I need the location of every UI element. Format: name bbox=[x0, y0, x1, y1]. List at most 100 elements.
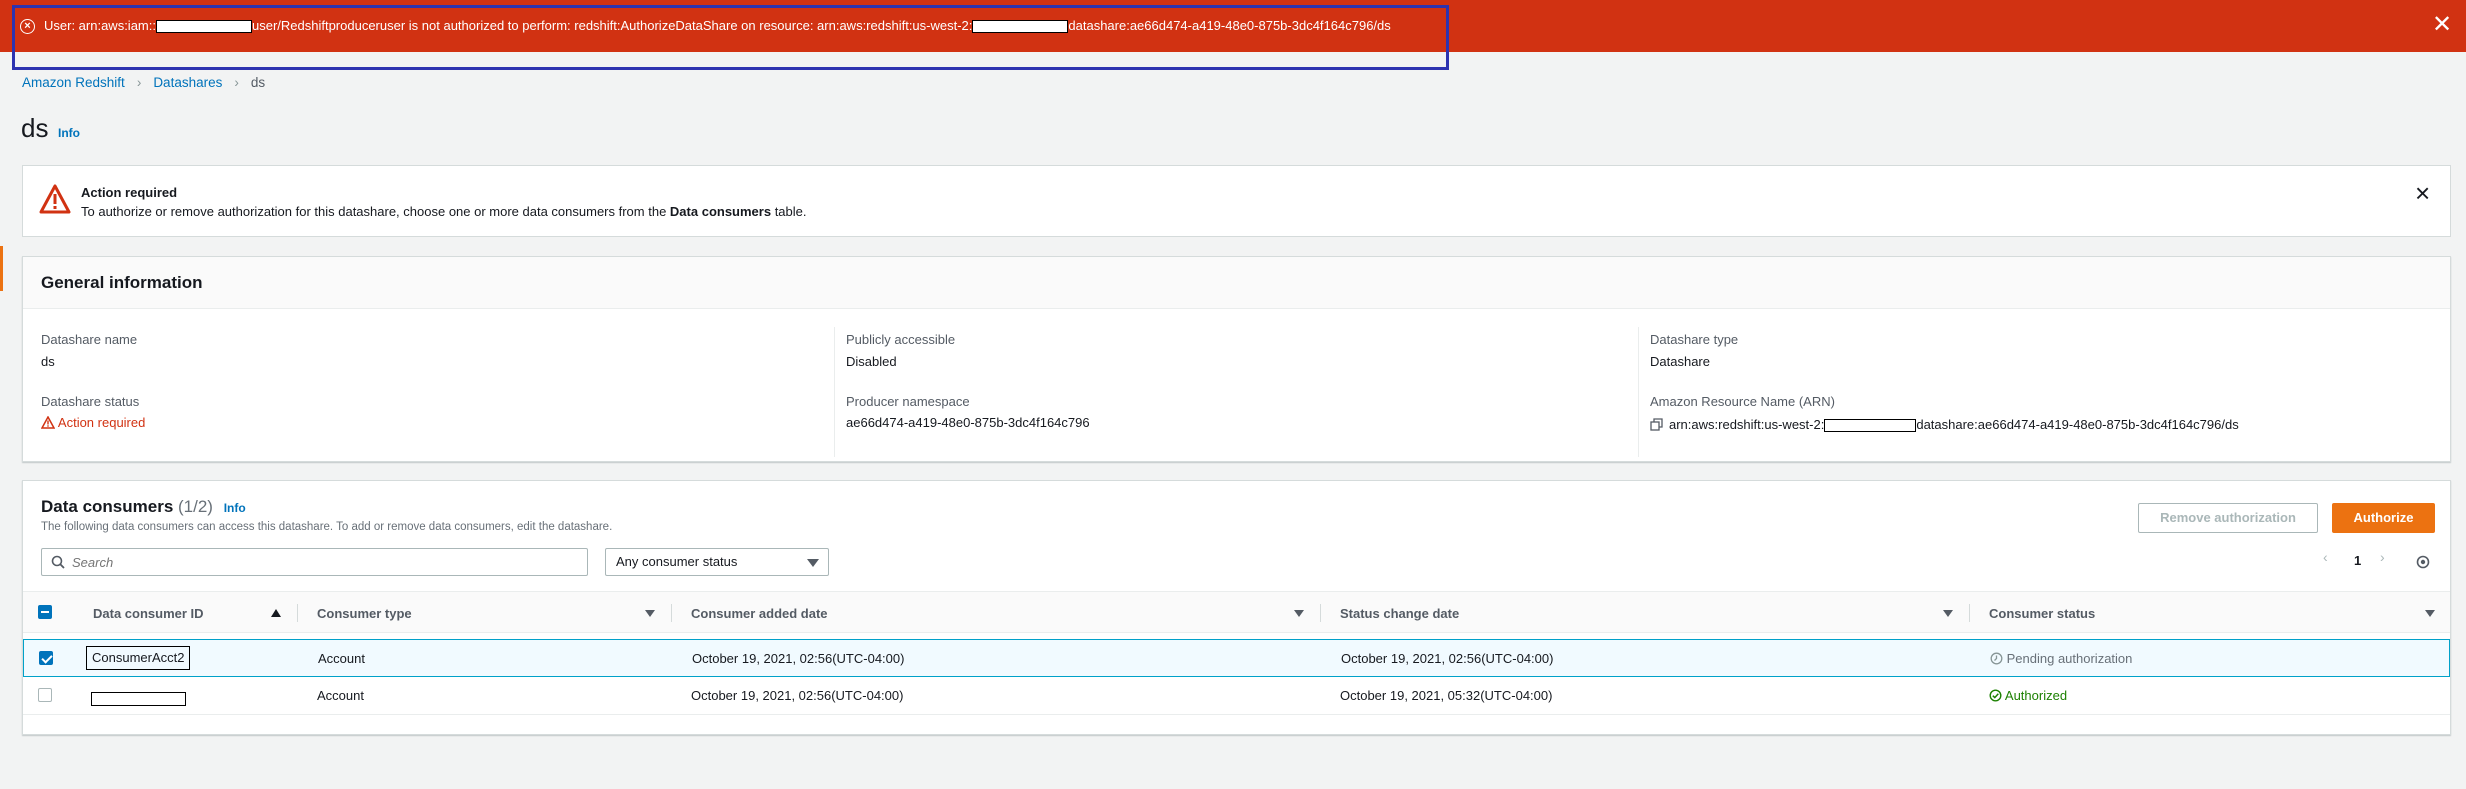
breadcrumb-amazon-redshift[interactable]: Amazon Redshift bbox=[22, 75, 125, 90]
column-divider bbox=[1638, 327, 1639, 457]
select-value: Any consumer status bbox=[616, 554, 738, 569]
status-text: Pending authorization bbox=[2006, 651, 2133, 666]
sort-icon[interactable] bbox=[1294, 610, 1304, 617]
select-all-checkbox[interactable] bbox=[38, 605, 52, 619]
row-checkbox[interactable] bbox=[38, 688, 52, 702]
column-divider[interactable] bbox=[1320, 604, 1321, 622]
column-header[interactable]: Data consumer ID bbox=[93, 606, 204, 621]
close-icon[interactable]: × bbox=[2415, 178, 2430, 209]
remove-authorization-button[interactable]: Remove authorization bbox=[2138, 503, 2318, 533]
status-text: Action required bbox=[57, 415, 146, 430]
alert-body: To authorize or remove authorization for… bbox=[81, 204, 807, 219]
warning-triangle-icon bbox=[39, 184, 71, 214]
consumer-status-select[interactable]: Any consumer status bbox=[605, 548, 829, 576]
page-title: ds bbox=[21, 113, 49, 143]
caret-down-icon bbox=[807, 559, 819, 567]
next-page-icon[interactable]: › bbox=[2380, 549, 2385, 565]
close-icon[interactable]: ✕ bbox=[2432, 13, 2452, 37]
sort-ascending-icon[interactable] bbox=[271, 609, 281, 617]
producer-namespace-value: ae66d474-a419-48e0-875b-3dc4f164c796 bbox=[846, 415, 1090, 430]
status-text: Authorized bbox=[2004, 688, 2068, 703]
arn-suffix: datashare:ae66d474-a419-48e0-875b-3dc4f1… bbox=[1916, 417, 2239, 432]
status-change-date: October 19, 2021, 02:56(UTC-04:00) bbox=[1341, 651, 1554, 666]
publicly-accessible-value: Disabled bbox=[846, 354, 897, 369]
arn-label: Amazon Resource Name (ARN) bbox=[1650, 394, 1835, 409]
sort-icon[interactable] bbox=[645, 610, 655, 617]
error-text-suffix: datashare:ae66d474-a419-48e0-875b-3dc4f1… bbox=[1068, 18, 1391, 33]
left-rail-indicator bbox=[0, 246, 3, 291]
error-text-middle: user/Redshiftproduceruser is not authori… bbox=[251, 18, 973, 33]
redacted-account-id bbox=[1824, 419, 1917, 433]
status-change-date: October 19, 2021, 05:32(UTC-04:00) bbox=[1340, 688, 1553, 703]
alert-body-suffix: table. bbox=[771, 204, 807, 219]
section-title: General information bbox=[41, 273, 203, 292]
info-link[interactable]: Info bbox=[224, 501, 246, 515]
data-consumers-panel: Data consumers (1/2) Info The following … bbox=[22, 480, 2451, 735]
datashare-type-value: Datashare bbox=[1650, 354, 1710, 369]
column-divider[interactable] bbox=[297, 604, 298, 622]
column-header[interactable]: Status change date bbox=[1340, 606, 1459, 621]
consumer-id: ConsumerAcct2 bbox=[86, 646, 191, 670]
column-header[interactable]: Consumer added date bbox=[691, 606, 828, 621]
alert-body-text: To authorize or remove authorization for… bbox=[81, 204, 670, 219]
datashare-status-value: Action required bbox=[40, 415, 146, 430]
info-link[interactable]: Info bbox=[58, 126, 80, 140]
row-checkbox[interactable] bbox=[39, 651, 53, 665]
column-header[interactable]: Consumer status bbox=[1989, 606, 2095, 621]
consumer-type: Account bbox=[317, 688, 364, 703]
consumer-status: Pending authorization bbox=[1990, 651, 2132, 666]
datashare-type-label: Datashare type bbox=[1650, 332, 1739, 347]
column-divider bbox=[834, 327, 835, 457]
search-input[interactable] bbox=[72, 552, 572, 572]
sort-icon[interactable] bbox=[2425, 610, 2435, 617]
consumer-added-date: October 19, 2021, 02:56(UTC-04:00) bbox=[691, 688, 904, 703]
copy-icon[interactable] bbox=[1650, 418, 1663, 431]
sort-icon[interactable] bbox=[1943, 610, 1953, 617]
breadcrumb-datashares[interactable]: Datashares bbox=[153, 75, 222, 90]
table-row[interactable]: Account October 19, 2021, 02:56(UTC-04:0… bbox=[23, 677, 2450, 715]
publicly-accessible-label: Publicly accessible bbox=[846, 332, 956, 347]
general-information-panel: General information Datashare name ds Da… bbox=[22, 256, 2451, 462]
pending-clock-icon bbox=[1990, 652, 2003, 665]
warning-triangle-icon bbox=[40, 415, 56, 429]
action-required-alert: Action required To authorize or remove a… bbox=[22, 165, 2451, 237]
consumer-added-date: October 19, 2021, 02:56(UTC-04:00) bbox=[692, 651, 905, 666]
datashare-status-label: Datashare status bbox=[41, 394, 140, 409]
search-field[interactable] bbox=[41, 548, 588, 576]
breadcrumb: Amazon Redshift › Datashares › ds bbox=[22, 75, 265, 90]
arn-prefix: arn:aws:redshift:us-west-2: bbox=[1669, 417, 1825, 432]
error-message: User: arn:aws:iam:: user/Redshiftproducer… bbox=[44, 18, 1391, 34]
selection-count: (1/2) bbox=[178, 497, 213, 516]
arn-value: arn:aws:redshift:us-west-2: datashare:ae6… bbox=[1650, 417, 2239, 433]
redacted-account-id bbox=[155, 20, 252, 34]
table-header: Data consumer ID Consumer type Consumer … bbox=[23, 591, 2450, 633]
column-divider[interactable] bbox=[671, 604, 672, 622]
column-divider[interactable] bbox=[1969, 604, 1970, 622]
settings-gear-icon[interactable] bbox=[2415, 554, 2431, 570]
panel-header bbox=[23, 257, 2450, 309]
error-circle-icon: × bbox=[20, 19, 35, 34]
column-header[interactable]: Consumer type bbox=[317, 606, 412, 621]
alert-body-bold: Data consumers bbox=[669, 204, 772, 219]
data-consumers-title: Data consumers bbox=[41, 497, 174, 516]
section-description: The following data consumers can access … bbox=[41, 521, 613, 533]
page-number[interactable]: 1 bbox=[2354, 553, 2361, 568]
chevron-right-icon: › bbox=[234, 75, 239, 90]
table-row[interactable]: ConsumerAcct2 Account October 19, 2021, … bbox=[23, 639, 2450, 677]
success-check-icon bbox=[1989, 689, 2002, 702]
authorize-button[interactable]: Authorize bbox=[2332, 503, 2435, 533]
redacted-account-id bbox=[972, 20, 1069, 34]
error-flashbar: × User: arn:aws:iam:: user/Redshiftproduc… bbox=[0, 0, 2466, 52]
alert-title: Action required bbox=[81, 185, 178, 200]
datashare-name-label: Datashare name bbox=[41, 332, 138, 347]
consumer-type: Account bbox=[318, 651, 365, 666]
chevron-right-icon: › bbox=[136, 75, 142, 90]
previous-page-icon[interactable]: ‹ bbox=[2323, 549, 2328, 565]
search-icon bbox=[51, 555, 65, 569]
producer-namespace-label: Producer namespace bbox=[846, 394, 970, 409]
consumer-status: Authorized bbox=[1989, 688, 2067, 703]
redacted-consumer-id bbox=[91, 692, 186, 706]
error-text-prefix: User: arn:aws:iam:: bbox=[44, 18, 156, 33]
section-title: Data consumers (1/2) Info bbox=[41, 497, 246, 517]
breadcrumb-current: ds bbox=[250, 75, 266, 90]
